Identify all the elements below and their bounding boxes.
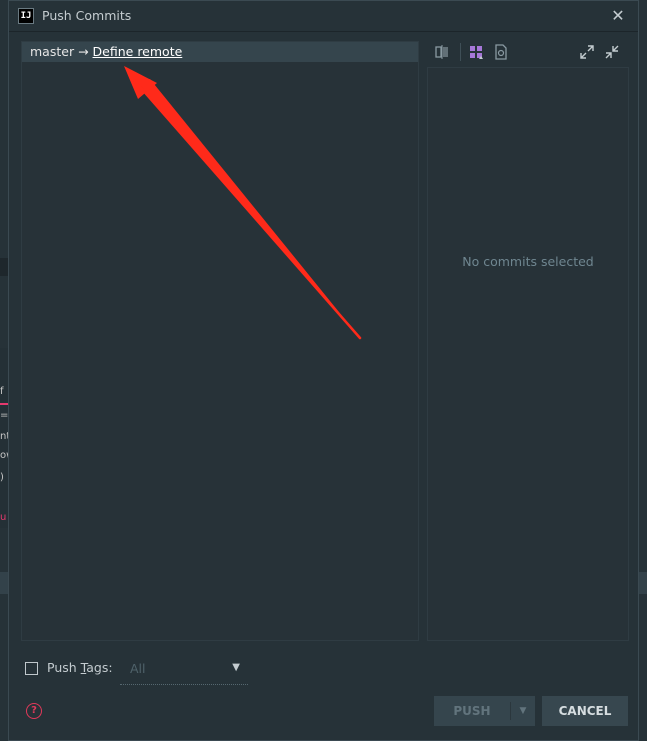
local-branch-name: master [30, 44, 75, 59]
push-tags-label-part: ags: [86, 660, 113, 675]
tags-dropdown[interactable]: All ▼ [120, 659, 248, 685]
background-ide-strip-right [639, 572, 647, 594]
background-ide-strip [0, 258, 8, 276]
expand-all-icon[interactable] [579, 44, 595, 60]
title-bar[interactable]: IJ Push Commits ✕ [9, 1, 638, 32]
push-button[interactable]: PUSH ▼ [434, 696, 535, 726]
commits-tree-panel[interactable]: master → Define remote [21, 41, 419, 641]
cancel-button[interactable]: CANCEL [542, 696, 628, 726]
push-commits-dialog: IJ Push Commits ✕ master → Define remote [8, 0, 639, 741]
group-by-icon[interactable] [468, 44, 484, 60]
push-options-dropdown-icon[interactable]: ▼ [511, 696, 535, 726]
background-text: f [0, 386, 4, 397]
commit-details-panel: No commits selected [427, 67, 629, 641]
background-highlight [0, 403, 8, 405]
push-tags-row: Push Tags: All ▼ [25, 659, 265, 685]
push-tags-label[interactable]: Push Tags: [47, 660, 113, 675]
push-tags-label-part: Push [47, 660, 81, 675]
dialog-title: Push Commits [42, 8, 132, 23]
background-text: ) [0, 472, 4, 483]
background-ide-strip [0, 572, 8, 594]
tags-selected-value: All [130, 661, 146, 676]
branch-row[interactable]: master → Define remote [22, 42, 418, 62]
collapse-all-icon[interactable] [604, 44, 620, 60]
intellij-app-icon: IJ [18, 8, 34, 24]
dropdown-arrow-icon: ▼ [232, 662, 240, 673]
help-icon[interactable]: ? [26, 703, 42, 719]
push-button-label: PUSH [453, 704, 491, 718]
define-remote-link[interactable]: Define remote [93, 44, 183, 59]
background-text: u [0, 512, 7, 523]
branch-arrow: → [78, 44, 89, 59]
toolbar-separator [460, 43, 461, 61]
split-view-icon[interactable] [434, 44, 450, 60]
open-diff-icon[interactable] [493, 44, 509, 60]
push-tags-checkbox[interactable] [25, 662, 38, 675]
empty-details-message: No commits selected [462, 254, 594, 269]
close-button[interactable]: ✕ [608, 6, 628, 26]
